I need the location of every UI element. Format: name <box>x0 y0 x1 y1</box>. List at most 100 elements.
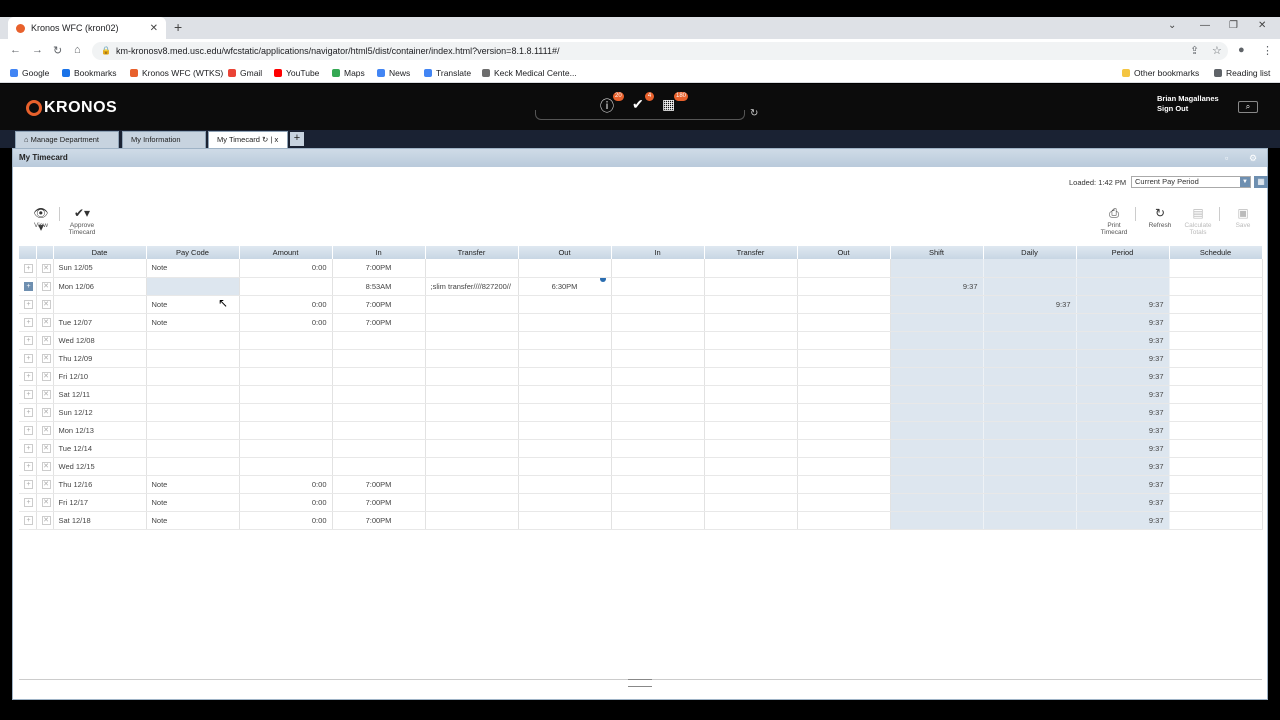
cell-schedule[interactable] <box>1169 295 1263 314</box>
cell-transfer-2[interactable] <box>704 295 798 314</box>
delete-row-icon[interactable]: ✕ <box>36 295 54 314</box>
cell-transfer[interactable] <box>425 457 519 476</box>
cell-in[interactable] <box>332 439 426 458</box>
cell-date[interactable]: Tue 12/07 <box>53 313 147 332</box>
cell-schedule[interactable] <box>1169 259 1263 278</box>
cell-amount[interactable] <box>239 421 333 440</box>
cell-schedule[interactable] <box>1169 349 1263 368</box>
cell-out-2[interactable] <box>797 385 891 404</box>
cell-date[interactable]: Tue 12/14 <box>53 439 147 458</box>
cell-date[interactable]: Sat 12/11 <box>53 385 147 404</box>
col-in[interactable]: In <box>332 246 426 259</box>
delete-row-icon[interactable]: ✕ <box>36 259 54 278</box>
cell-amount[interactable]: 0:00 <box>239 259 333 278</box>
cell-transfer[interactable] <box>425 493 519 512</box>
cell-transfer-2[interactable] <box>704 259 798 278</box>
cell-pay-code[interactable]: Note <box>146 259 240 278</box>
reading-list[interactable]: Reading list <box>1214 68 1270 78</box>
close-tab-icon[interactable]: ✕ <box>150 23 158 34</box>
cell-date[interactable]: Fri 12/17 <box>53 493 147 512</box>
cell-date[interactable]: Wed 12/08 <box>53 331 147 350</box>
cell-in-2[interactable] <box>611 421 705 440</box>
cell-pay-code[interactable] <box>146 421 240 440</box>
cell-amount[interactable] <box>239 385 333 404</box>
add-row-icon[interactable]: + <box>19 295 37 314</box>
cell-out[interactable] <box>518 511 612 530</box>
profile-avatar-icon[interactable]: ● <box>1238 44 1245 56</box>
cell-in-2[interactable] <box>611 295 705 314</box>
cell-in[interactable] <box>332 367 426 386</box>
col-daily[interactable]: Daily <box>983 246 1077 259</box>
cell-out-2[interactable] <box>797 295 891 314</box>
cell-transfer-2[interactable] <box>704 403 798 422</box>
cell-transfer-2[interactable] <box>704 511 798 530</box>
cell-out-2[interactable] <box>797 493 891 512</box>
cell-amount[interactable] <box>239 331 333 350</box>
cell-schedule[interactable] <box>1169 367 1263 386</box>
save-button[interactable]: ▣ Save <box>1231 206 1255 229</box>
cell-out[interactable] <box>518 259 612 278</box>
cell-transfer[interactable] <box>425 313 519 332</box>
add-row-icon[interactable]: + <box>19 367 37 386</box>
cell-in[interactable] <box>332 349 426 368</box>
view-button[interactable]: 👁▾ View <box>31 206 51 234</box>
tab-search-icon[interactable]: ⌄ <box>1168 20 1176 31</box>
cell-schedule[interactable] <box>1169 493 1263 512</box>
cell-out-2[interactable] <box>797 457 891 476</box>
other-bookmarks[interactable]: Other bookmarks <box>1122 68 1199 78</box>
cell-transfer[interactable] <box>425 403 519 422</box>
delete-row-icon[interactable]: ✕ <box>36 385 54 404</box>
cell-out-2[interactable] <box>797 331 891 350</box>
cell-in-2[interactable] <box>611 475 705 494</box>
cell-in[interactable]: 7:00PM <box>332 295 426 314</box>
resize-handle[interactable] <box>628 679 652 687</box>
cell-in[interactable] <box>332 457 426 476</box>
add-row-icon[interactable]: + <box>19 403 37 422</box>
cell-out[interactable] <box>518 295 612 314</box>
cell-transfer[interactable] <box>425 349 519 368</box>
cell-amount[interactable] <box>239 439 333 458</box>
cell-in[interactable]: 7:00PM <box>332 313 426 332</box>
cell-out[interactable] <box>518 367 612 386</box>
delete-row-icon[interactable]: ✕ <box>36 367 54 386</box>
add-row-icon[interactable]: + <box>19 313 37 332</box>
cell-schedule[interactable] <box>1169 439 1263 458</box>
col-date[interactable]: Date <box>53 246 147 259</box>
cell-transfer[interactable] <box>425 295 519 314</box>
cell-out[interactable] <box>518 493 612 512</box>
delete-row-icon[interactable]: ✕ <box>36 421 54 440</box>
cell-out-2[interactable] <box>797 439 891 458</box>
cell-in-2[interactable] <box>611 331 705 350</box>
cell-in-2[interactable] <box>611 511 705 530</box>
cell-in-2[interactable] <box>611 277 705 296</box>
bookmark-bookmarks[interactable]: Bookmarks <box>62 68 117 78</box>
maximize-icon[interactable]: ▫ <box>1225 153 1228 163</box>
cell-amount[interactable] <box>239 457 333 476</box>
cell-out-2[interactable] <box>797 349 891 368</box>
add-row-icon[interactable]: + <box>19 439 37 458</box>
cell-transfer[interactable] <box>425 439 519 458</box>
calculate-totals-button[interactable]: ▤ Calculate Totals <box>1181 206 1215 236</box>
delete-row-icon[interactable]: ✕ <box>36 493 54 512</box>
cell-amount[interactable]: 0:00 <box>239 493 333 512</box>
cell-in-2[interactable] <box>611 439 705 458</box>
share-icon[interactable]: ⇪ <box>1190 44 1199 57</box>
bookmark-maps[interactable]: Maps <box>332 68 365 78</box>
menu-icon[interactable]: ⋮ <box>1262 44 1273 57</box>
cell-pay-code[interactable] <box>146 385 240 404</box>
cell-out[interactable] <box>518 385 612 404</box>
cell-date[interactable]: Mon 12/06 <box>53 277 147 296</box>
cell-in-2[interactable] <box>611 367 705 386</box>
new-tab-icon[interactable]: + <box>174 19 182 35</box>
tab-close-icon[interactable]: | x <box>270 135 278 144</box>
cell-pay-code[interactable]: Note <box>146 493 240 512</box>
cell-out-2[interactable] <box>797 475 891 494</box>
cell-transfer[interactable]: ;slim transfer////827200// <box>425 277 519 296</box>
cell-date[interactable]: Wed 12/15 <box>53 457 147 476</box>
cell-in[interactable]: 8:53AM <box>332 277 426 296</box>
cell-out[interactable] <box>518 313 612 332</box>
add-row-icon[interactable]: + <box>19 331 37 350</box>
col-schedule[interactable]: Schedule <box>1169 246 1263 259</box>
cell-amount[interactable] <box>239 367 333 386</box>
cell-pay-code[interactable] <box>146 277 240 296</box>
